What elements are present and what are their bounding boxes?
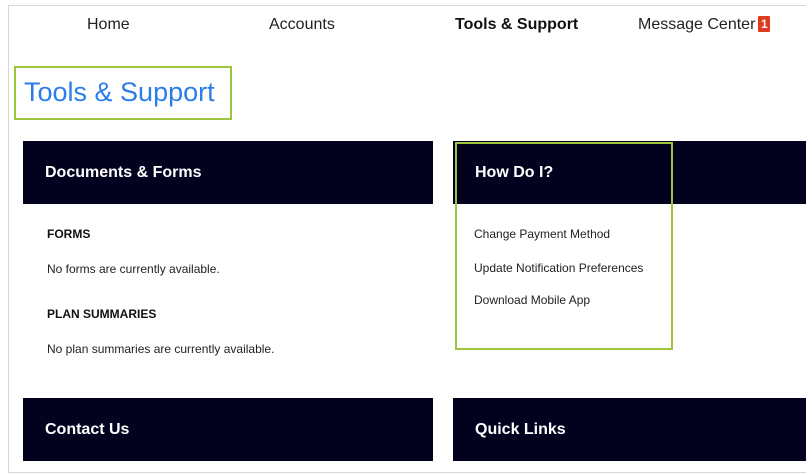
download-mobile-app-link[interactable]: Download Mobile App — [474, 293, 590, 307]
plan-summaries-label: PLAN SUMMARIES — [47, 307, 157, 321]
forms-label: FORMS — [47, 227, 91, 241]
nav-home[interactable]: Home — [87, 16, 130, 34]
quick-links-header: Quick Links — [453, 398, 806, 461]
plan-summaries-empty-text: No plan summaries are currently availabl… — [47, 342, 275, 356]
contact-us-header: Contact Us — [23, 398, 433, 461]
page-frame: Home Accounts Tools & Support Message Ce… — [8, 5, 806, 473]
nav-message-center[interactable]: Message Center 1 — [638, 16, 771, 34]
top-nav: Home Accounts Tools & Support Message Ce… — [9, 6, 806, 50]
update-notification-preferences-link[interactable]: Update Notification Preferences — [474, 261, 643, 275]
nav-message-center-label: Message Center — [638, 16, 756, 33]
documents-forms-header: Documents & Forms — [23, 141, 433, 204]
forms-empty-text: No forms are currently available. — [47, 262, 220, 276]
page-title: Tools & Support — [14, 66, 232, 120]
change-payment-method-link[interactable]: Change Payment Method — [474, 227, 610, 241]
nav-accounts[interactable]: Accounts — [269, 16, 335, 34]
nav-tools-support[interactable]: Tools & Support — [455, 16, 578, 34]
how-do-i-header: How Do I? — [453, 141, 806, 204]
message-count-badge: 1 — [758, 16, 771, 32]
